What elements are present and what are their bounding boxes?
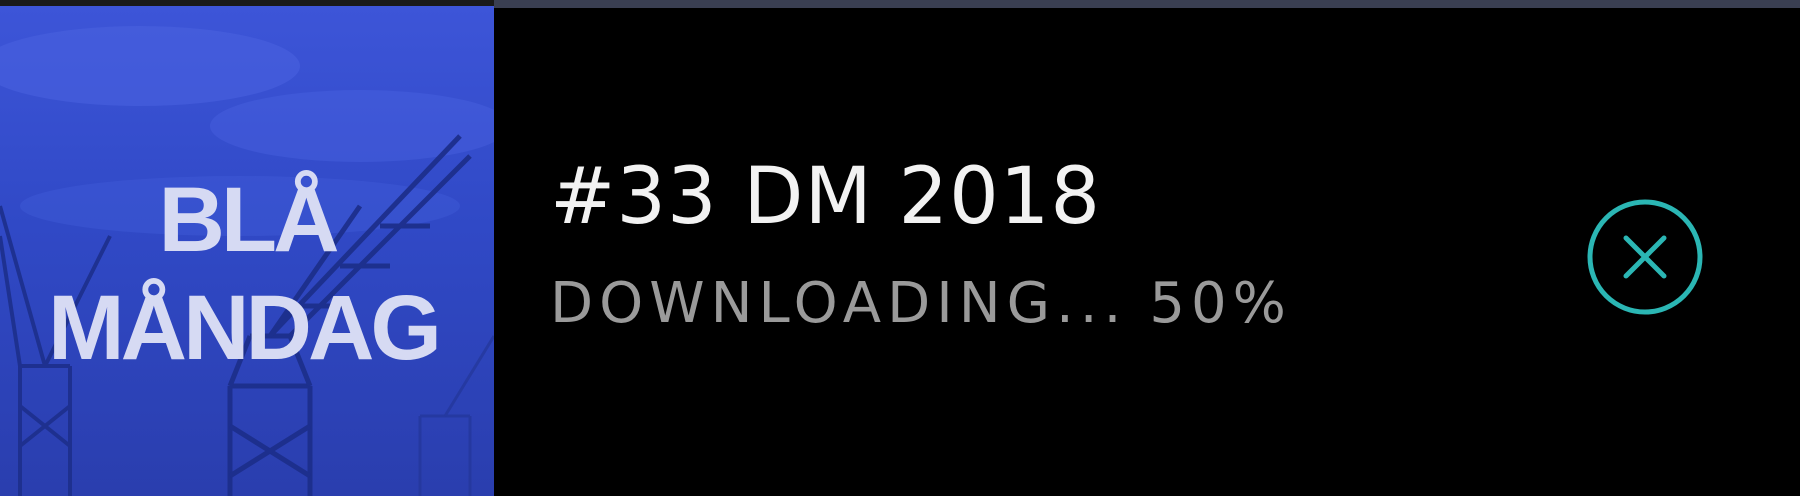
artwork-title-line1: BLÅ	[158, 169, 339, 271]
download-status: DOWNLOADING... 50%	[550, 276, 1292, 332]
episode-title: #33 DM 2018	[550, 152, 1102, 242]
download-info: #33 DM 2018 DOWNLOADING... 50%	[550, 158, 1292, 332]
cancel-download-button[interactable]	[1586, 198, 1704, 316]
divider	[494, 0, 1800, 8]
download-row: BLÅ MÅNDAG #33 DM 2018 DOWNLOADING... 50%	[0, 0, 1800, 496]
artwork-title-line2: MÅNDAG	[48, 277, 442, 379]
close-circle-icon	[1587, 199, 1703, 315]
status-label: DOWNLOADING...	[550, 271, 1128, 336]
podcast-artwork: BLÅ MÅNDAG	[0, 6, 494, 496]
progress-percent: 50%	[1149, 271, 1292, 336]
